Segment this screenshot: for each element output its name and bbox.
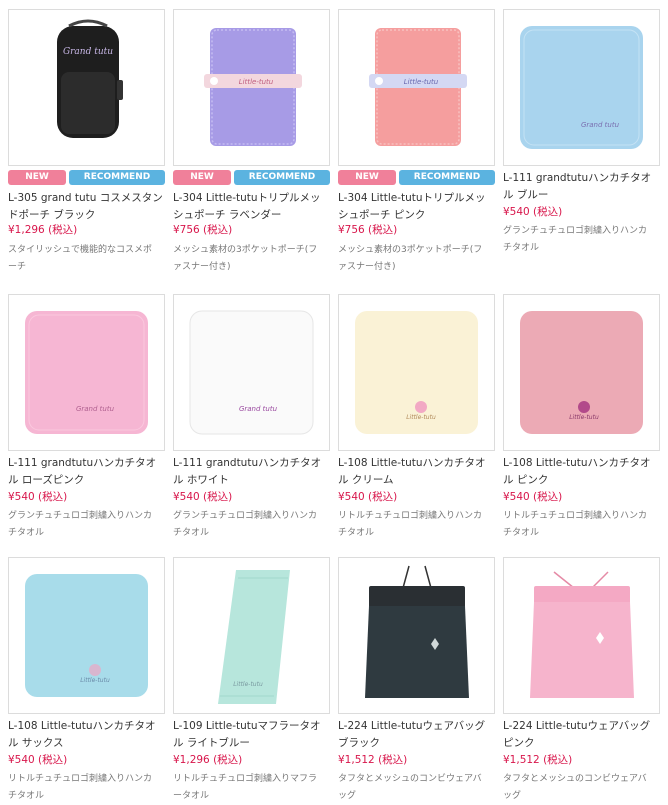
product-image-light-blue-muffler-towel[interactable]: Little-tutu xyxy=(173,557,330,714)
product-price: ¥1,512 (税込) xyxy=(338,754,408,766)
svg-text:Little-tutu: Little-tutu xyxy=(406,414,436,421)
product-description: グランチュチュロゴ刺繍入りハンカチタオル xyxy=(173,511,318,538)
product-title[interactable]: L-304 Little-tutuトリプルメッシュポーチ ラベンダー xyxy=(173,190,330,224)
product-price: ¥540 (税込) xyxy=(338,491,398,503)
product-image-white-towel[interactable]: Grand tutu xyxy=(173,294,330,451)
svg-text:Little-tutu: Little-tutu xyxy=(404,78,439,86)
product-price: ¥756 (税込) xyxy=(338,224,398,236)
product-title[interactable]: L-111 grandtutuハンカチタオル ホワイト xyxy=(173,455,330,489)
product-description: グランチュチュロゴ刺繍入りハンカチタオル xyxy=(8,511,153,538)
svg-text:Grand tutu: Grand tutu xyxy=(239,405,278,413)
product-image-blue-towel[interactable]: Grand tutu xyxy=(503,9,660,166)
product-image-cream-towel[interactable]: Little-tutu xyxy=(338,294,495,451)
svg-text:Little-tutu: Little-tutu xyxy=(80,677,110,684)
svg-text:Little-tutu: Little-tutu xyxy=(239,78,274,86)
product-title[interactable]: L-109 Little-tutuマフラータオル ライトブルー xyxy=(173,718,330,752)
recommend-badge: RECOMMEND xyxy=(69,170,165,185)
product-image-sax-towel[interactable]: Little-tutu xyxy=(8,557,165,714)
product-description: リトルチュチュロゴ刺繍入りハンカチタオル xyxy=(503,511,648,538)
product-grid: Grand tutu NEW RECOMMEND L-305 grand tut… xyxy=(0,0,668,805)
product-price: ¥1,296 (税込) xyxy=(173,754,243,766)
new-badge: NEW xyxy=(8,170,66,185)
new-badge: NEW xyxy=(338,170,396,185)
product-title[interactable]: L-304 Little-tutuトリプルメッシュポーチ ピンク xyxy=(338,190,495,224)
product-title[interactable]: L-111 grandtutuハンカチタオル ローズピンク xyxy=(8,455,165,489)
new-badge: NEW xyxy=(173,170,231,185)
product-image-lavender-mesh-pouch[interactable]: Little-tutu xyxy=(173,9,330,166)
product-title[interactable]: L-108 Little-tutuハンカチタオル クリーム xyxy=(338,455,495,489)
product-price: ¥540 (税込) xyxy=(8,491,68,503)
product-image-black-wear-bag[interactable] xyxy=(338,557,495,714)
product-title[interactable]: L-224 Little-tutuウェアバッグ ブラック xyxy=(338,718,495,752)
svg-text:Little-tutu: Little-tutu xyxy=(233,681,263,688)
product-price: ¥1,296 (税込) xyxy=(8,224,78,236)
product-description: リトルチュチュロゴ刺繍入りハンカチタオル xyxy=(8,774,153,801)
product-description: タフタとメッシュのコンビウェアバッグ xyxy=(503,774,647,801)
svg-text:Grand tutu: Grand tutu xyxy=(581,121,620,129)
product-price: ¥756 (税込) xyxy=(173,224,233,236)
product-description: タフタとメッシュのコンビウェアバッグ xyxy=(338,774,482,801)
product-image-black-cosmetic-pouch[interactable]: Grand tutu xyxy=(8,9,165,166)
product-title[interactable]: L-108 Little-tutuハンカチタオル ピンク xyxy=(503,455,660,489)
product-title[interactable]: L-305 grand tutu コスメスタンドポーチ ブラック xyxy=(8,190,165,224)
product-price: ¥540 (税込) xyxy=(8,754,68,766)
product-title[interactable]: L-224 Little-tutuウェアバッグ ピンク xyxy=(503,718,660,752)
recommend-badge: RECOMMEND xyxy=(234,170,330,185)
product-image-rose-pink-towel[interactable]: Grand tutu xyxy=(8,294,165,451)
product-description: スタイリッシュで機能的なコスメポーチ xyxy=(8,245,153,272)
product-description: リトルチュチュロゴ刺繍入りハンカチタオル xyxy=(338,511,483,538)
product-price: ¥540 (税込) xyxy=(503,491,563,503)
product-title[interactable]: L-108 Little-tutuハンカチタオル サックス xyxy=(8,718,165,752)
product-image-pink-wear-bag[interactable] xyxy=(503,557,660,714)
product-description: メッシュ素材の3ポケットポーチ(ファスナー付き) xyxy=(173,245,318,272)
product-title[interactable]: L-111 grandtutuハンカチタオル ブルー xyxy=(503,170,660,204)
product-image-pink-mesh-pouch[interactable]: Little-tutu xyxy=(338,9,495,166)
product-price: ¥540 (税込) xyxy=(173,491,233,503)
product-image-pink-towel[interactable]: Little-tutu xyxy=(503,294,660,451)
product-description: グランチュチュロゴ刺繍入りハンカチタオル xyxy=(503,226,648,253)
svg-text:Little-tutu: Little-tutu xyxy=(569,414,599,421)
product-price: ¥540 (税込) xyxy=(503,206,563,218)
product-price: ¥1,512 (税込) xyxy=(503,754,573,766)
product-description: リトルチュチュロゴ刺繍入りマフラータオル xyxy=(173,774,318,801)
product-description: メッシュ素材の3ポケットポーチ(ファスナー付き) xyxy=(338,245,483,272)
svg-text:Grand tutu: Grand tutu xyxy=(63,47,113,57)
recommend-badge: RECOMMEND xyxy=(399,170,495,185)
svg-text:Grand tutu: Grand tutu xyxy=(76,405,115,413)
